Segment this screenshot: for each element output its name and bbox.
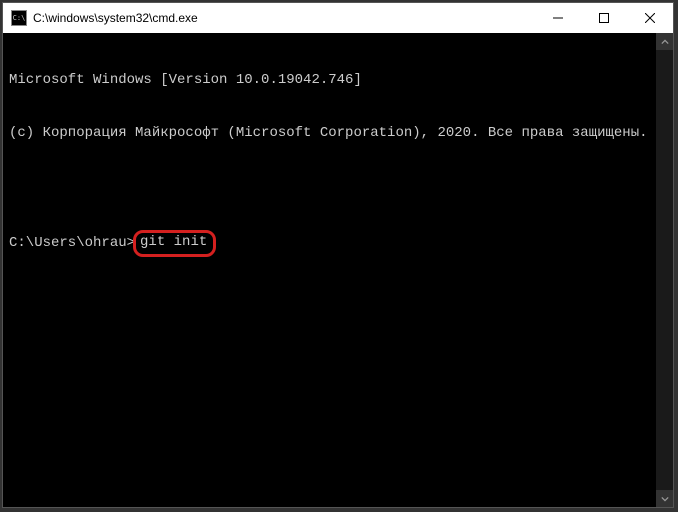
output-line: (c) Корпорация Майкрософт (Microsoft Cor…	[9, 125, 650, 143]
chevron-up-icon	[661, 38, 669, 46]
window-title: C:\windows\system32\cmd.exe	[33, 11, 535, 25]
command-highlight: git init	[133, 230, 216, 258]
blank-line	[9, 177, 650, 195]
terminal-content[interactable]: Microsoft Windows [Version 10.0.19042.74…	[3, 33, 656, 507]
cmd-icon-glyph: C:\	[13, 15, 26, 22]
prompt-line: C:\Users\ohrau> git init	[9, 230, 650, 258]
chevron-down-icon	[661, 495, 669, 503]
minimize-icon	[553, 13, 563, 23]
command-text: git init	[140, 234, 207, 250]
cmd-icon: C:\	[11, 10, 27, 26]
terminal-body: Microsoft Windows [Version 10.0.19042.74…	[3, 33, 673, 507]
scroll-down-button[interactable]	[656, 490, 673, 507]
titlebar[interactable]: C:\ C:\windows\system32\cmd.exe	[3, 3, 673, 33]
maximize-button[interactable]	[581, 3, 627, 33]
minimize-button[interactable]	[535, 3, 581, 33]
scroll-track[interactable]	[656, 50, 673, 490]
prompt-text: C:\Users\ohrau>	[9, 235, 135, 253]
close-button[interactable]	[627, 3, 673, 33]
cmd-window: C:\ C:\windows\system32\cmd.exe Microsof…	[2, 2, 674, 508]
maximize-icon	[599, 13, 609, 23]
scroll-up-button[interactable]	[656, 33, 673, 50]
output-line: Microsoft Windows [Version 10.0.19042.74…	[9, 72, 650, 90]
close-icon	[645, 13, 655, 23]
window-controls	[535, 3, 673, 33]
vertical-scrollbar[interactable]	[656, 33, 673, 507]
